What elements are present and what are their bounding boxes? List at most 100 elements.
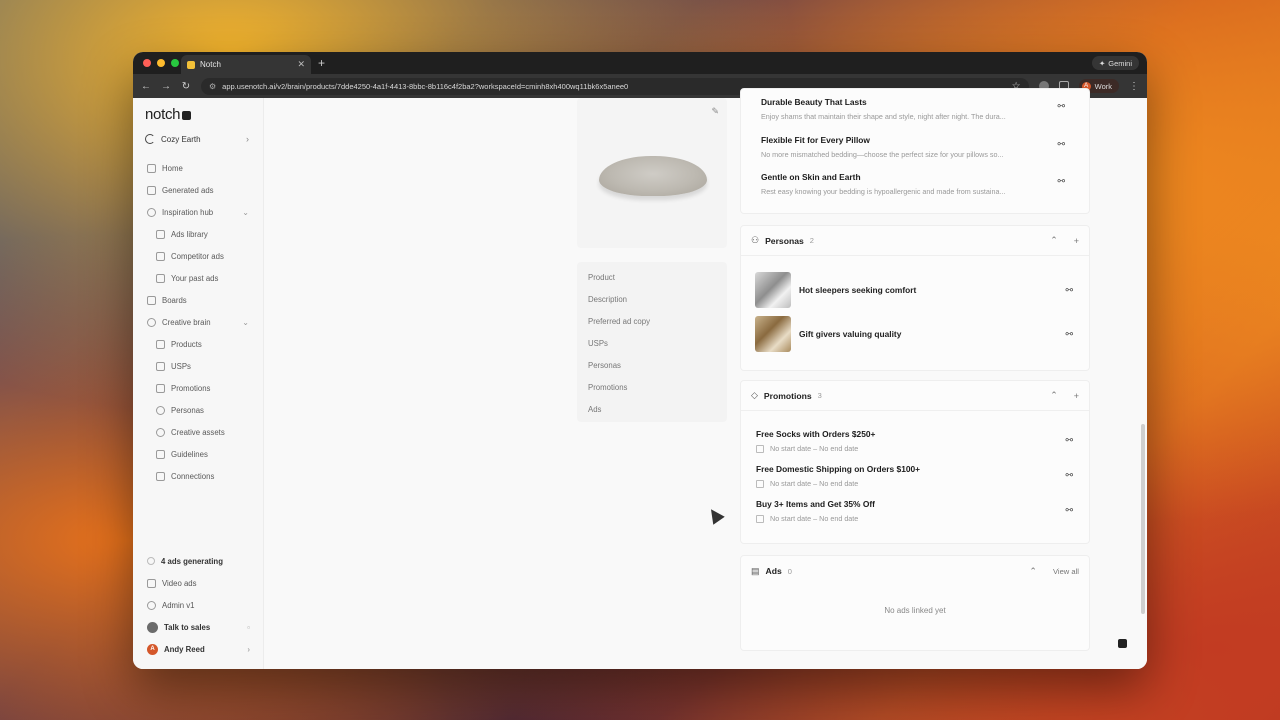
sales-avatar	[147, 621, 158, 633]
browser-window: Notch ✕ + ✦ Gemini ← → ↻ ⚙ app.usenotch.…	[133, 52, 1147, 669]
sidebar-nav: Home Generated ads Inspiration hub ⌄ Ads …	[133, 157, 263, 487]
ads-icon: ▤	[751, 565, 760, 576]
sidebar-item-admin[interactable]: Admin v1	[133, 594, 263, 616]
sidebar-item-label: Promotions	[171, 383, 211, 393]
link-icon[interactable]: ⚯	[1057, 176, 1065, 187]
promotion-item[interactable]: Free Domestic Shipping on Orders $100+ N…	[741, 458, 1089, 493]
browser-menu-icon[interactable]: ⋮	[1129, 81, 1139, 92]
usp-desc: No more mismatched bedding—choose the pe…	[761, 150, 1004, 159]
promotions-panel: ◇ Promotions 3 ⌃ + Free Socks with Order…	[740, 380, 1090, 544]
product-image-card: ✎	[577, 98, 727, 248]
ads-generating-status[interactable]: 4 ads generating	[133, 550, 263, 572]
ads-header: ▤ Ads 0 ⌃ View all	[741, 556, 1089, 586]
usp-item[interactable]: Flexible Fit for Every Pillow No more mi…	[761, 135, 1081, 159]
link-icon[interactable]: ⚯	[1057, 101, 1065, 112]
close-window-button[interactable]	[143, 59, 151, 67]
link-icon[interactable]: ⚯	[1065, 329, 1073, 340]
notch-logo[interactable]: notch	[145, 106, 192, 123]
sidebar-item-products[interactable]: Products	[133, 333, 263, 355]
tab-strip: Notch ✕ + ✦ Gemini	[133, 52, 1147, 74]
add-persona-button[interactable]: +	[1074, 236, 1079, 246]
sparkle-icon: ✦	[1098, 58, 1106, 68]
promotion-item[interactable]: Free Socks with Orders $250+ No start da…	[741, 423, 1089, 458]
collapse-chevron-icon[interactable]: ⌃	[1050, 390, 1058, 401]
sidebar-item-creative-brain[interactable]: Creative brain ⌄	[133, 311, 263, 333]
sidebar-item-home[interactable]: Home	[133, 157, 263, 179]
sidebar-item-boards[interactable]: Boards	[133, 289, 263, 311]
personas-count: 2	[809, 236, 814, 245]
calendar-icon	[756, 479, 764, 488]
sidebar-item-promotions[interactable]: Promotions	[133, 377, 263, 399]
maximize-window-button[interactable]	[171, 59, 179, 67]
ads-count: 0	[787, 566, 792, 576]
sidebar-item-label: Your past ads	[171, 273, 219, 283]
section-nav: Product Description Preferred ad copy US…	[577, 262, 727, 422]
sidebar-item-personas[interactable]: Personas	[133, 399, 263, 421]
sidebar-item-generated-ads[interactable]: Generated ads	[133, 179, 263, 201]
lightbulb-icon	[147, 207, 156, 217]
tag-icon: ◇	[751, 390, 758, 400]
chevron-right-icon: ›	[247, 644, 250, 654]
section-nav-ads[interactable]: Ads	[577, 398, 727, 420]
usp-desc: Enjoy shams that maintain their shape an…	[761, 112, 1006, 121]
back-icon[interactable]: ←	[141, 81, 151, 92]
add-promotion-button[interactable]: +	[1074, 391, 1079, 401]
link-icon[interactable]: ⚯	[1065, 505, 1073, 516]
sidebar-item-label: Home	[162, 163, 183, 173]
collapse-chevron-icon[interactable]: ⌃	[1029, 566, 1037, 577]
image-icon	[147, 185, 156, 195]
promotion-dates: No start date – No end date	[770, 479, 859, 488]
link-icon[interactable]: ⚯	[1065, 285, 1073, 296]
user-menu[interactable]: A Andy Reed ›	[133, 638, 263, 660]
sidebar-item-label: Connections	[171, 471, 215, 481]
section-nav-personas[interactable]: Personas	[577, 354, 727, 376]
edit-pencil-icon[interactable]: ✎	[711, 106, 719, 117]
section-nav-promotions[interactable]: Promotions	[577, 376, 727, 398]
reload-icon[interactable]: ↻	[181, 81, 191, 92]
usp-item[interactable]: Durable Beauty That Lasts Enjoy shams th…	[761, 97, 1081, 121]
link-icon[interactable]: ⚯	[1057, 139, 1065, 150]
link-icon[interactable]: ⚯	[1065, 470, 1073, 481]
sidebar-item-your-past-ads[interactable]: Your past ads	[133, 267, 263, 289]
profile-label: Work	[1094, 81, 1112, 91]
chat-widget-button[interactable]	[1118, 639, 1127, 648]
sidebar-item-ads-library[interactable]: Ads library	[133, 223, 263, 245]
view-all-link[interactable]: View all	[1053, 567, 1079, 576]
browser-tab[interactable]: Notch ✕	[181, 55, 311, 74]
promotion-item[interactable]: Buy 3+ Items and Get 35% Off No start da…	[741, 493, 1089, 528]
talk-to-sales-button[interactable]: Talk to sales ▫	[133, 616, 263, 638]
workspace-switcher[interactable]: Cozy Earth ›	[145, 134, 249, 144]
link-icon[interactable]: ⚯	[1065, 435, 1073, 446]
usps-panel: Durable Beauty That Lasts Enjoy shams th…	[740, 88, 1090, 214]
sidebar-item-label: USPs	[171, 361, 191, 371]
section-nav-preferred-ad-copy[interactable]: Preferred ad copy	[577, 310, 727, 332]
gemini-button[interactable]: ✦ Gemini	[1091, 56, 1139, 70]
sidebar-item-connections[interactable]: Connections	[133, 465, 263, 487]
sidebar-item-competitor-ads[interactable]: Competitor ads	[133, 245, 263, 267]
calendar-icon: ▫	[247, 622, 250, 632]
minimize-window-button[interactable]	[157, 59, 165, 67]
promotions-count: 3	[817, 391, 822, 400]
usp-item[interactable]: Gentle on Skin and Earth Rest easy knowi…	[761, 172, 1081, 196]
promotion-dates-row: No start date – No end date	[756, 444, 1089, 453]
sidebar-item-usps[interactable]: USPs	[133, 355, 263, 377]
new-tab-button[interactable]: +	[318, 56, 325, 70]
workspace-name: Cozy Earth	[161, 134, 201, 144]
gem-icon	[156, 361, 165, 371]
sidebar-item-creative-assets[interactable]: Creative assets	[133, 421, 263, 443]
sidebar-item-guidelines[interactable]: Guidelines	[133, 443, 263, 465]
section-nav-description[interactable]: Description	[577, 288, 727, 310]
scrollbar[interactable]	[1141, 424, 1145, 614]
persona-item[interactable]: Hot sleepers seeking comfort ⚯	[741, 268, 1089, 312]
persona-item[interactable]: Gift givers valuing quality ⚯	[741, 312, 1089, 356]
close-tab-icon[interactable]: ✕	[297, 59, 305, 70]
collapse-chevron-icon[interactable]: ⌃	[1050, 235, 1058, 246]
usp-title: Flexible Fit for Every Pillow	[761, 135, 870, 145]
section-nav-product[interactable]: Product	[577, 266, 727, 288]
home-icon	[147, 163, 156, 173]
forward-icon[interactable]: →	[161, 81, 171, 92]
sidebar-item-video-ads[interactable]: Video ads	[133, 572, 263, 594]
section-nav-usps[interactable]: USPs	[577, 332, 727, 354]
sidebar-item-inspiration-hub[interactable]: Inspiration hub ⌄	[133, 201, 263, 223]
site-info-icon[interactable]: ⚙	[209, 82, 216, 91]
